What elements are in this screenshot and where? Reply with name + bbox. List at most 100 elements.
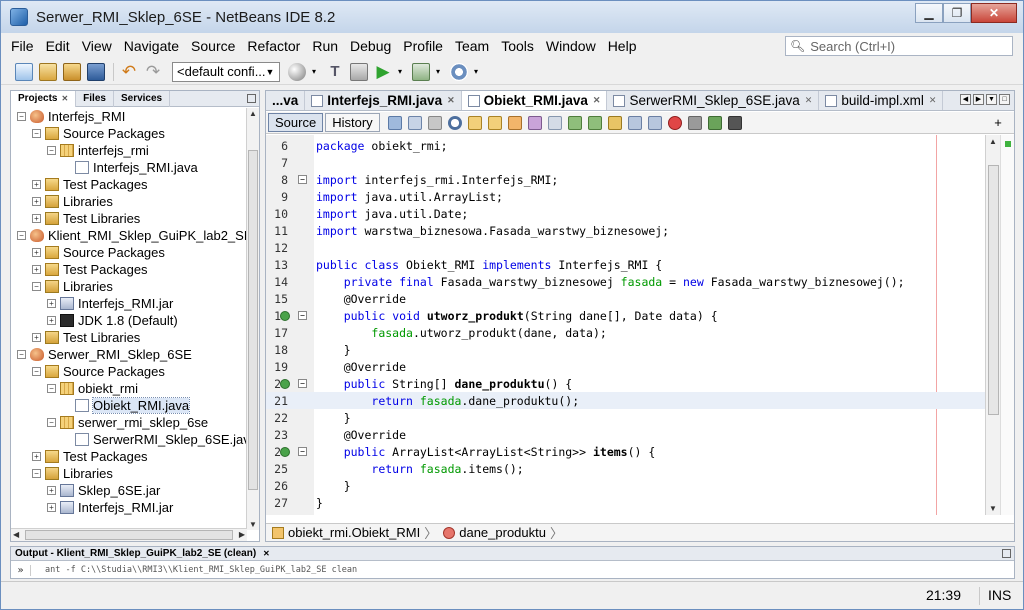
- code-line[interactable]: 16− public void utworz_produkt(String da…: [266, 307, 986, 324]
- scroll-down-icon[interactable]: ▼: [249, 520, 257, 529]
- scroll-right-icon[interactable]: ▶: [239, 530, 245, 539]
- scroll-up-icon[interactable]: ▲: [989, 137, 997, 146]
- last-edit-icon[interactable]: [387, 115, 402, 130]
- scrollbar-thumb[interactable]: [248, 150, 258, 490]
- collapse-icon[interactable]: −: [32, 282, 41, 291]
- menu-view[interactable]: View: [75, 38, 117, 54]
- menu-refactor[interactable]: Refactor: [240, 38, 305, 54]
- code-line[interactable]: 24− public ArrayList<ArrayList<String>> …: [266, 443, 986, 460]
- fold-collapse-icon[interactable]: −: [298, 447, 307, 456]
- collapse-icon[interactable]: −: [47, 146, 56, 155]
- tree-node[interactable]: + Sklep_6SE.jar: [11, 482, 247, 499]
- minimize-panel-icon[interactable]: [247, 94, 256, 103]
- breadcrumb-class[interactable]: obiekt_rmi.Obiekt_RMI: [288, 525, 420, 540]
- code-line[interactable]: 20− public String[] dane_produktu() {: [266, 375, 986, 392]
- breadcrumb-method[interactable]: dane_produktu: [459, 525, 546, 540]
- tree-node[interactable]: − Source Packages: [11, 363, 247, 380]
- minimize-panel-icon[interactable]: [1002, 549, 1011, 558]
- tree-node[interactable]: − Serwer_RMI_Sklep_6SE: [11, 346, 247, 363]
- tab-scroll-right-icon[interactable]: ▶: [973, 94, 984, 105]
- maximize-editor-icon[interactable]: □: [999, 94, 1010, 105]
- code-line[interactable]: 27}: [266, 494, 986, 511]
- code-line[interactable]: 11 import warstwa_biznesowa.Fasada_warstw…: [266, 222, 986, 239]
- collapse-icon[interactable]: −: [47, 384, 56, 393]
- debug-icon[interactable]: [412, 62, 430, 81]
- tree-node[interactable]: − obiekt_rmi: [11, 380, 247, 397]
- menu-window[interactable]: Window: [539, 38, 601, 54]
- menu-file[interactable]: File: [1, 38, 39, 54]
- expand-icon[interactable]: +: [32, 248, 41, 257]
- menu-help[interactable]: Help: [601, 38, 642, 54]
- start-macro-icon[interactable]: [667, 115, 682, 130]
- close-tab-icon[interactable]: ✕: [805, 95, 813, 106]
- error-stripe[interactable]: [1000, 135, 1014, 515]
- tree-node[interactable]: − Libraries: [11, 278, 247, 295]
- tab-services[interactable]: Services: [114, 90, 171, 107]
- tab-files[interactable]: Files: [76, 90, 114, 107]
- code-line[interactable]: 12: [266, 239, 986, 256]
- code-line[interactable]: 10 import java.util.Date;: [266, 205, 986, 222]
- tree-node[interactable]: + Test Packages: [11, 448, 247, 465]
- collapse-icon[interactable]: −: [17, 112, 26, 121]
- close-tab-icon[interactable]: ✕: [447, 95, 455, 106]
- tree-vertical-scrollbar[interactable]: ▲ ▼: [246, 108, 259, 530]
- fold-collapse-icon[interactable]: −: [298, 311, 307, 320]
- chevron-down-icon[interactable]: ▾: [474, 63, 482, 81]
- tree-node[interactable]: Obiekt_RMI.java: [11, 397, 247, 414]
- toggle-bookmark-icon[interactable]: [607, 115, 622, 130]
- collapse-icon[interactable]: −: [17, 231, 26, 240]
- menu-debug[interactable]: Debug: [343, 38, 396, 54]
- add-toolbar-icon[interactable]: +: [991, 115, 1005, 130]
- shift-right-icon[interactable]: [647, 115, 662, 130]
- collapse-icon[interactable]: −: [47, 418, 56, 427]
- quick-search-input[interactable]: 🔍︎ Search (Ctrl+I): [785, 36, 1013, 56]
- code-line[interactable]: 23 @Override: [266, 426, 986, 443]
- code-line[interactable]: 6 package obiekt_rmi;: [266, 137, 986, 154]
- shift-left-icon[interactable]: [627, 115, 642, 130]
- toggle-rectangular-icon[interactable]: [547, 115, 562, 130]
- editor-tab[interactable]: ...va: [266, 91, 306, 110]
- history-view-button[interactable]: History: [325, 113, 380, 132]
- scrollbar-thumb[interactable]: [25, 530, 233, 540]
- scrollbar-thumb[interactable]: [988, 165, 999, 415]
- menu-tools[interactable]: Tools: [494, 38, 539, 54]
- code-line[interactable]: 9 import java.util.ArrayList;: [266, 188, 986, 205]
- forward-icon[interactable]: [427, 115, 442, 130]
- scroll-left-icon[interactable]: ◀: [13, 530, 19, 539]
- menu-edit[interactable]: Edit: [39, 38, 75, 54]
- expand-icon[interactable]: +: [47, 503, 56, 512]
- editor-tab[interactable]: build-impl.xml ✕: [819, 91, 944, 110]
- close-tab-icon[interactable]: ✕: [929, 95, 937, 106]
- stop-macro-icon[interactable]: [687, 115, 702, 130]
- tab-scroll-left-icon[interactable]: ◀: [960, 94, 971, 105]
- clean-build-icon[interactable]: [350, 62, 368, 81]
- chevron-down-icon[interactable]: ▾: [398, 63, 406, 81]
- uncomment-icon[interactable]: [727, 115, 742, 130]
- code-line[interactable]: 25 return fasada.items();: [266, 460, 986, 477]
- close-tab-icon[interactable]: ✕: [593, 95, 601, 106]
- tab-list-icon[interactable]: ▼: [986, 94, 997, 105]
- code-line[interactable]: 21 return fasada.dane_produktu();: [266, 392, 986, 409]
- tree-node[interactable]: − Source Packages: [11, 125, 247, 142]
- build-hammer-icon[interactable]: T: [326, 63, 344, 81]
- close-icon[interactable]: ✕: [263, 549, 270, 558]
- editor-vertical-scrollbar[interactable]: ▲ ▼: [985, 135, 1000, 515]
- tree-node[interactable]: + JDK 1.8 (Default): [11, 312, 247, 329]
- code-line[interactable]: 19 @Override: [266, 358, 986, 375]
- run-icon[interactable]: ▶: [374, 62, 392, 81]
- find-previous-icon[interactable]: [467, 115, 482, 130]
- undo-icon[interactable]: ↶: [120, 62, 138, 81]
- tree-node[interactable]: − interfejs_rmi: [11, 142, 247, 159]
- code-line[interactable]: 14 private final Fasada_warstwy_biznesow…: [266, 273, 986, 290]
- find-selection-icon[interactable]: [507, 115, 522, 130]
- chevron-down-icon[interactable]: ▾: [312, 63, 320, 81]
- expand-icon[interactable]: +: [32, 180, 41, 189]
- save-all-icon[interactable]: [87, 62, 105, 81]
- tree-node[interactable]: + Interfejs_RMI.jar: [11, 499, 247, 516]
- override-annotation-icon[interactable]: [280, 446, 290, 457]
- tree-node[interactable]: + Test Packages: [11, 176, 247, 193]
- chevron-down-icon[interactable]: ▾: [436, 63, 444, 81]
- expand-icon[interactable]: +: [32, 333, 41, 342]
- collapse-icon[interactable]: −: [32, 469, 41, 478]
- code-line[interactable]: 18 }: [266, 341, 986, 358]
